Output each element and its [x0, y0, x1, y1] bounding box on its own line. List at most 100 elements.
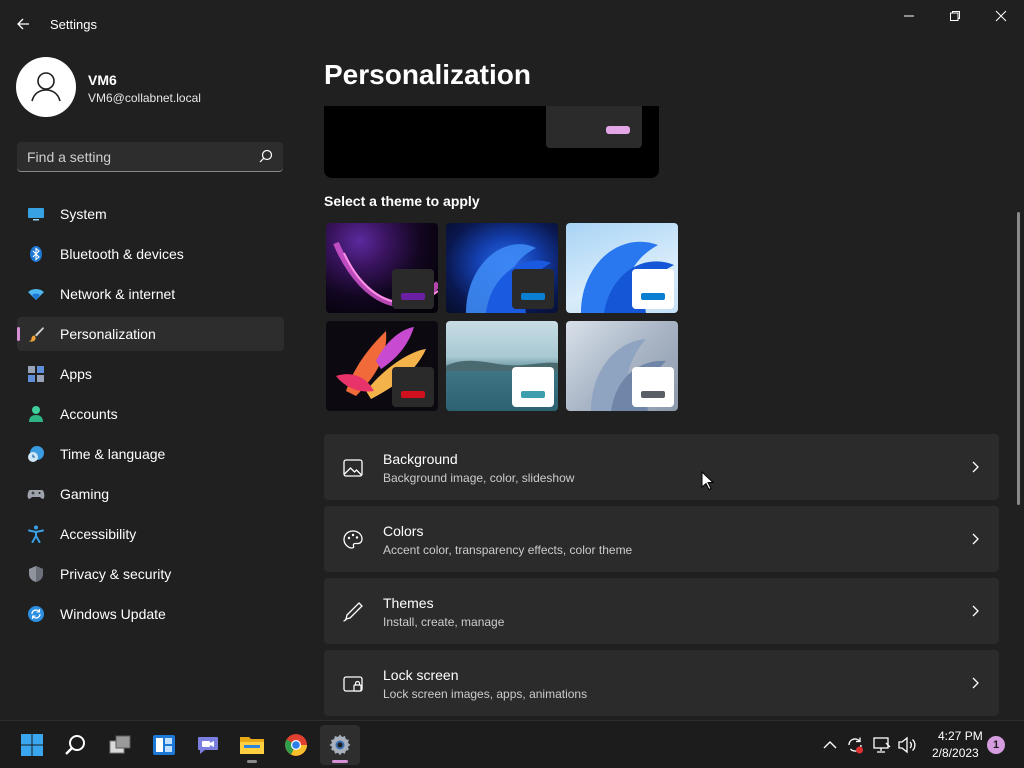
chrome-button[interactable] [276, 725, 316, 765]
shield-icon [29, 566, 43, 582]
sidebar-item-bluetooth[interactable]: Bluetooth & devices [17, 237, 284, 271]
sync-icon[interactable] [845, 735, 865, 755]
taskbar-search-button[interactable] [56, 725, 96, 765]
gear-icon [329, 734, 351, 756]
sidebar-item-windows-update[interactable]: Windows Update [17, 597, 284, 631]
chevron-up-icon[interactable] [820, 735, 840, 755]
gamepad-icon [27, 490, 45, 499]
page-title: Personalization [324, 59, 531, 90]
file-explorer-button[interactable] [232, 725, 272, 765]
avatar[interactable] [16, 57, 76, 117]
setting-card-subtitle: Accent color, transparency effects, colo… [383, 543, 633, 557]
chevron-right-icon [972, 533, 979, 545]
sidebar-item-label: Personalization [60, 326, 156, 342]
network-icon[interactable] [872, 735, 892, 755]
search-icon [65, 735, 85, 755]
task-view-button[interactable] [100, 725, 140, 765]
sidebar-item-label: Windows Update [60, 606, 166, 622]
person-icon [29, 406, 43, 422]
theme-light-bloom[interactable] [566, 223, 678, 313]
user-email: VM6@collabnet.local [88, 91, 201, 105]
back-button[interactable] [12, 12, 36, 36]
wifi-icon [28, 289, 44, 300]
sidebar-item-label: Accessibility [60, 526, 137, 542]
clock-globe-icon [28, 446, 44, 462]
scrollbar-thumb[interactable] [1017, 212, 1020, 505]
bluetooth-icon [30, 246, 42, 262]
brush-icon [28, 327, 44, 342]
theme-mini-window [392, 367, 434, 407]
theme-captured-motion[interactable] [326, 321, 438, 411]
theme-accent-bar [521, 391, 545, 398]
clock-time[interactable]: 4:27 PM [938, 729, 983, 743]
chevron-right-icon [972, 677, 979, 689]
sidebar-item-privacy-security[interactable]: Privacy & security [17, 557, 284, 591]
theme-sunrise[interactable] [446, 321, 558, 411]
user-name: VM6 [88, 72, 117, 88]
folder-icon [240, 737, 264, 754]
chrome-icon [285, 734, 307, 756]
sidebar-item-label: System [60, 206, 107, 222]
theme-accent-bar [641, 293, 665, 300]
search-box [17, 142, 283, 172]
app-title: Settings [50, 17, 97, 32]
search-icon[interactable] [259, 149, 273, 163]
theme-mini-window [392, 269, 434, 309]
update-icon [28, 606, 44, 622]
image-icon [343, 459, 363, 477]
theme-accent-bar [521, 293, 545, 300]
notification-badge[interactable]: 1 [987, 736, 1005, 754]
title-bar: Settings [0, 0, 1024, 48]
teams-chat-icon [198, 737, 218, 754]
minimize-icon [904, 15, 914, 17]
setting-card-subtitle: Lock screen images, apps, animations [383, 687, 588, 701]
sidebar-item-label: Gaming [60, 486, 110, 502]
settings-taskbar-button[interactable] [320, 725, 360, 765]
theme-glow[interactable] [326, 223, 438, 313]
setting-card-themes[interactable]: Themes Install, create, manage [324, 578, 999, 644]
chevron-right-icon [972, 461, 979, 473]
sidebar-item-personalization[interactable]: Personalization [17, 317, 284, 351]
setting-card-title: Lock screen [383, 667, 459, 683]
theme-mini-window [512, 367, 554, 407]
minimize-button[interactable] [886, 0, 932, 32]
close-button[interactable] [978, 0, 1024, 32]
widgets-button[interactable] [144, 725, 184, 765]
monitor-icon [28, 208, 44, 221]
chat-button[interactable] [188, 725, 228, 765]
sidebar-item-network[interactable]: Network & internet [17, 277, 284, 311]
setting-card-title: Colors [383, 523, 424, 539]
setting-card-background[interactable]: Background Background image, color, slid… [324, 434, 999, 500]
setting-card-title: Background [383, 451, 458, 467]
apps-icon [28, 366, 44, 382]
restore-icon [950, 11, 960, 21]
setting-card-lock-screen[interactable]: Lock screen Lock screen images, apps, an… [324, 650, 999, 716]
search-input[interactable] [27, 142, 247, 171]
sidebar-item-time-language[interactable]: Time & language [17, 437, 284, 471]
widgets-icon [153, 735, 175, 755]
sidebar-item-accounts[interactable]: Accounts [17, 397, 284, 431]
volume-icon[interactable] [897, 735, 917, 755]
sidebar-item-system[interactable]: System [17, 197, 284, 231]
restore-button[interactable] [932, 0, 978, 32]
sidebar-item-gaming[interactable]: Gaming [17, 477, 284, 511]
pen-icon [343, 602, 363, 622]
back-arrow-icon [17, 18, 29, 30]
sidebar-item-accessibility[interactable]: Accessibility [17, 517, 284, 551]
theme-dark-bloom[interactable] [446, 223, 558, 313]
themes-heading: Select a theme to apply [324, 193, 480, 209]
close-icon [995, 10, 1007, 22]
theme-accent-bar [641, 391, 665, 398]
windows-logo-icon [21, 734, 43, 756]
sidebar-item-apps[interactable]: Apps [17, 357, 284, 391]
chevron-right-icon [972, 605, 979, 617]
theme-flow[interactable] [566, 321, 678, 411]
start-button[interactable] [12, 725, 52, 765]
clock-date[interactable]: 2/8/2023 [932, 746, 979, 760]
mouse-cursor-icon [701, 471, 715, 491]
sidebar-item-label: Apps [60, 366, 92, 382]
theme-mini-window [512, 269, 554, 309]
taskbar [0, 720, 1024, 768]
selection-indicator [17, 327, 20, 341]
setting-card-colors[interactable]: Colors Accent color, transparency effect… [324, 506, 999, 572]
